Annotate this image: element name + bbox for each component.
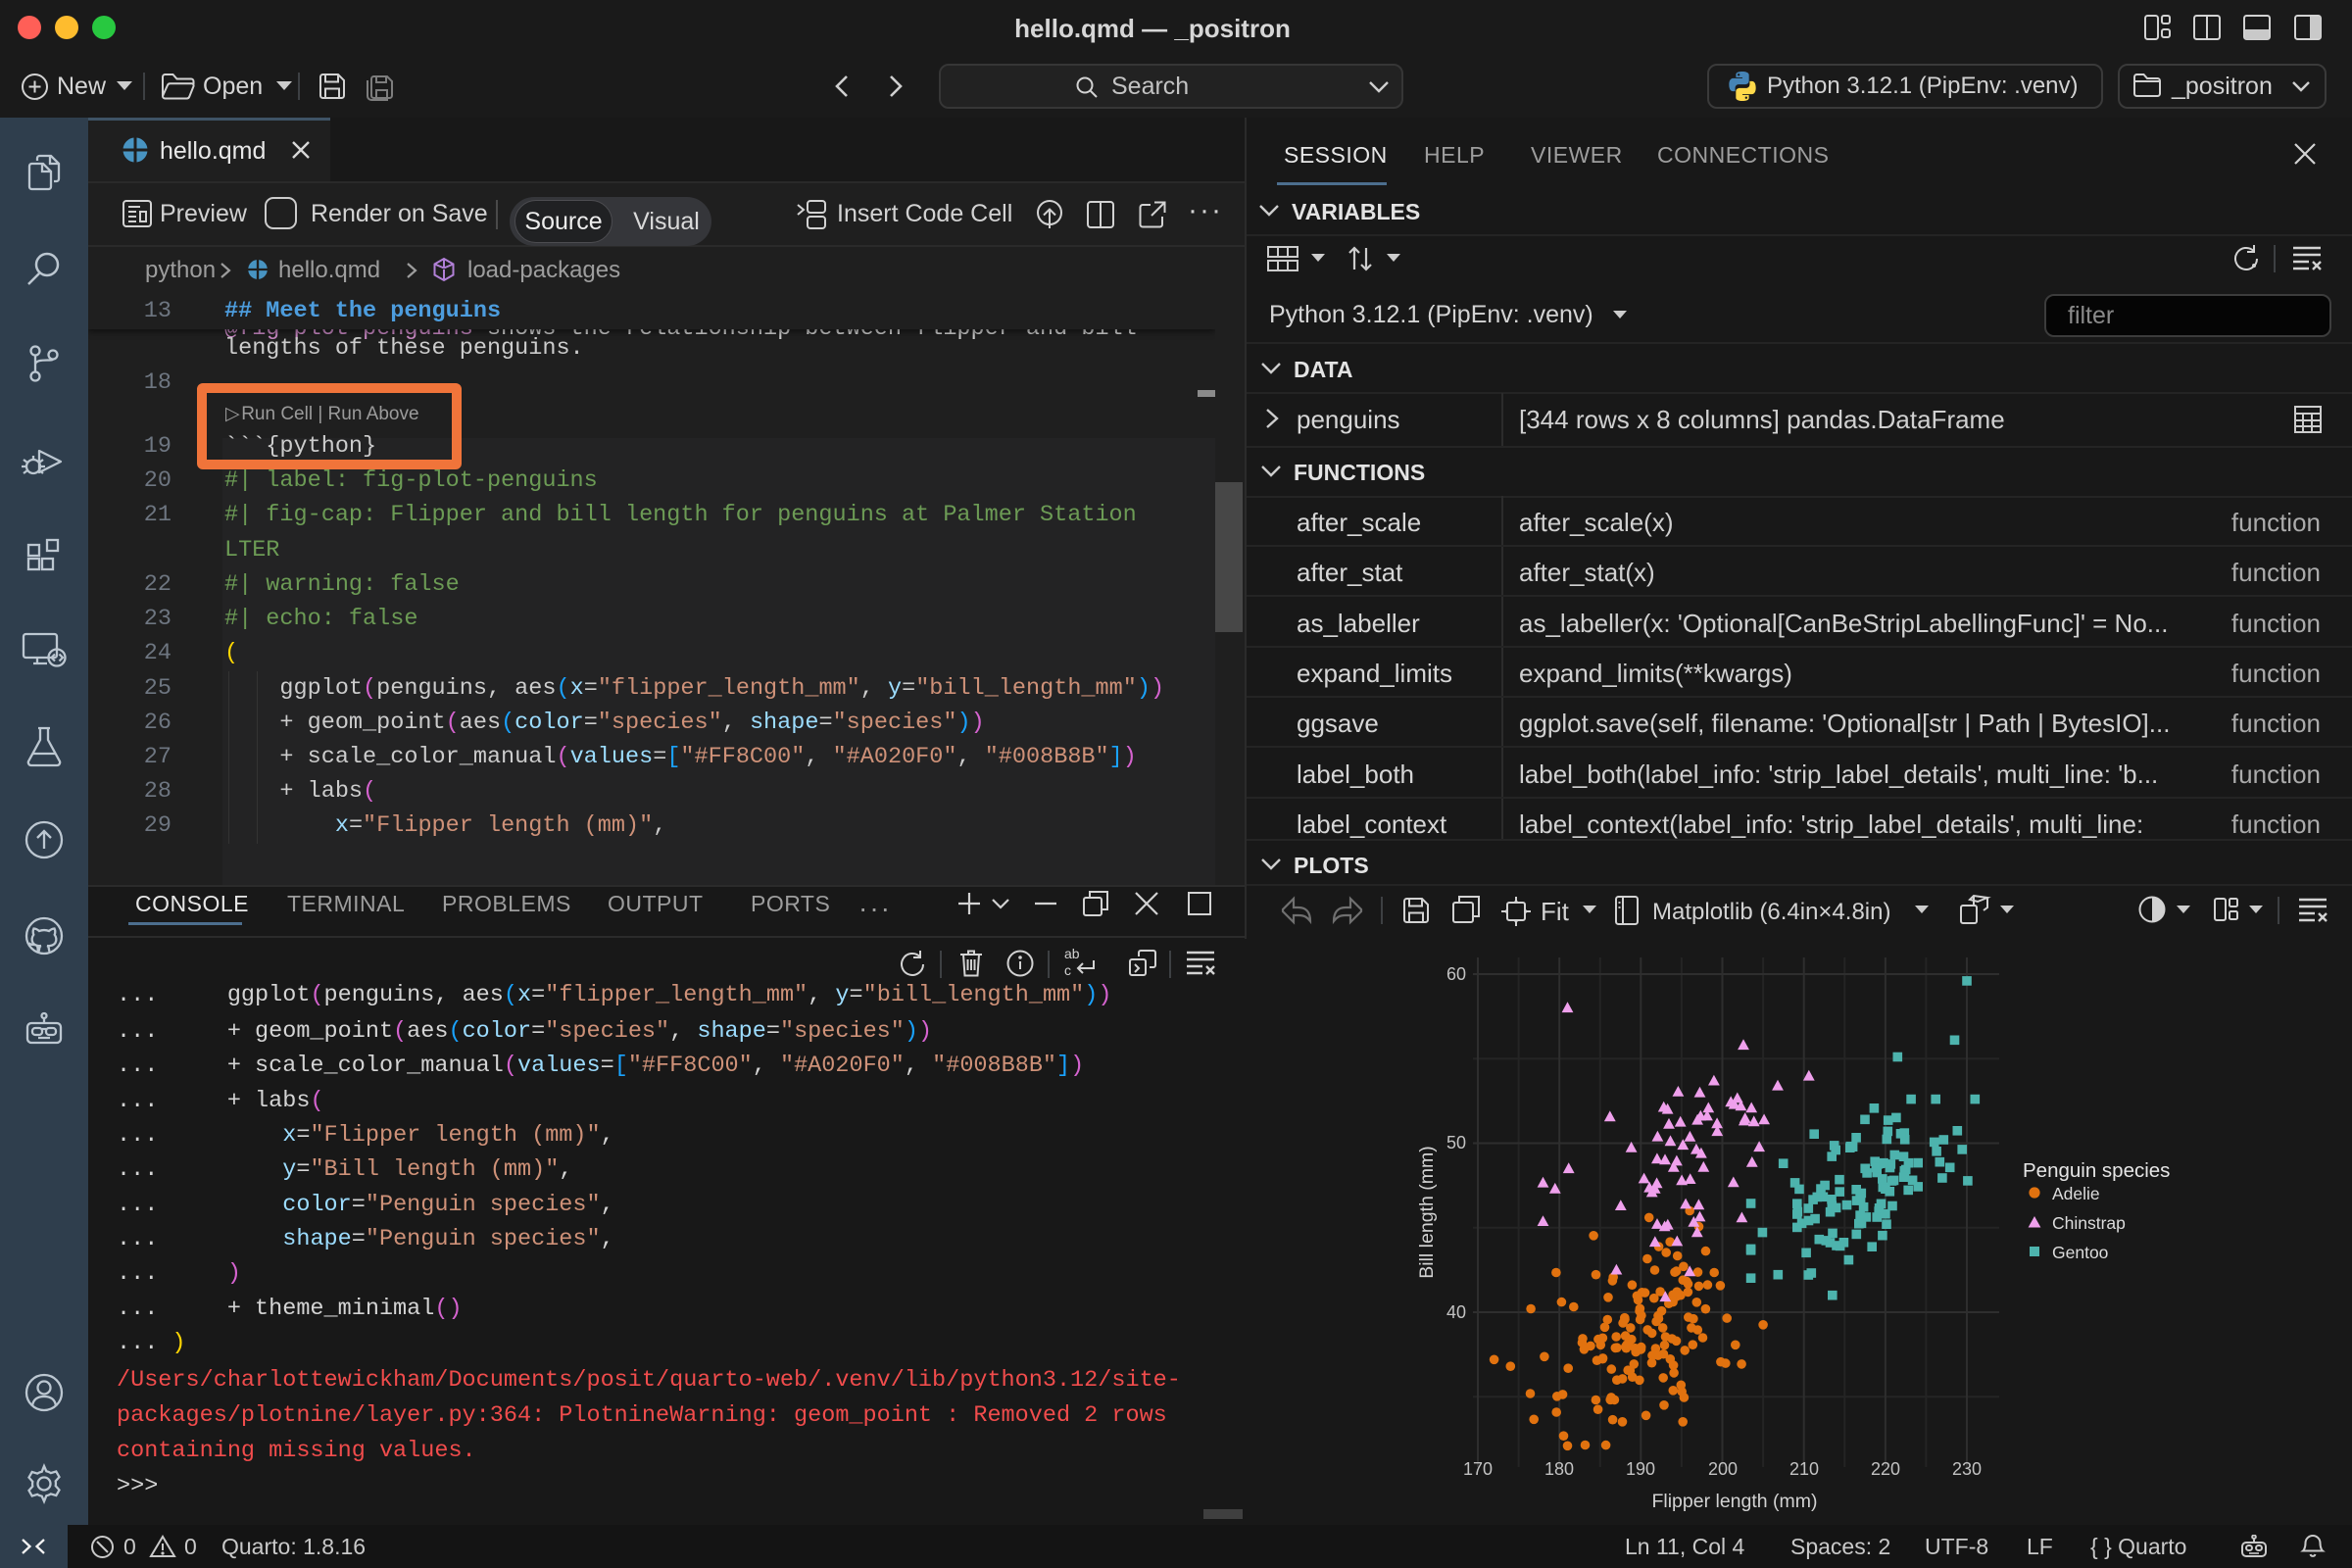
svg-text:60: 60 <box>1446 964 1466 984</box>
svg-text:Adelie: Adelie <box>2052 1184 2100 1203</box>
svg-text:220: 220 <box>1871 1459 1900 1479</box>
svg-text:Bill length (mm): Bill length (mm) <box>1416 1146 1438 1278</box>
svg-text:40: 40 <box>1446 1302 1466 1322</box>
svg-text:210: 210 <box>1789 1459 1819 1479</box>
svg-text:200: 200 <box>1708 1459 1738 1479</box>
svg-text:180: 180 <box>1544 1459 1574 1479</box>
svg-text:170: 170 <box>1463 1459 1493 1479</box>
svg-text:Flipper length (mm): Flipper length (mm) <box>1651 1491 1817 1512</box>
svg-text:Gentoo: Gentoo <box>2052 1243 2108 1262</box>
svg-text:190: 190 <box>1626 1459 1655 1479</box>
svg-text:Chinstrap: Chinstrap <box>2052 1213 2126 1233</box>
svg-text:Penguin species: Penguin species <box>2023 1159 2170 1182</box>
svg-text:230: 230 <box>1952 1459 1982 1479</box>
svg-text:50: 50 <box>1446 1133 1466 1152</box>
